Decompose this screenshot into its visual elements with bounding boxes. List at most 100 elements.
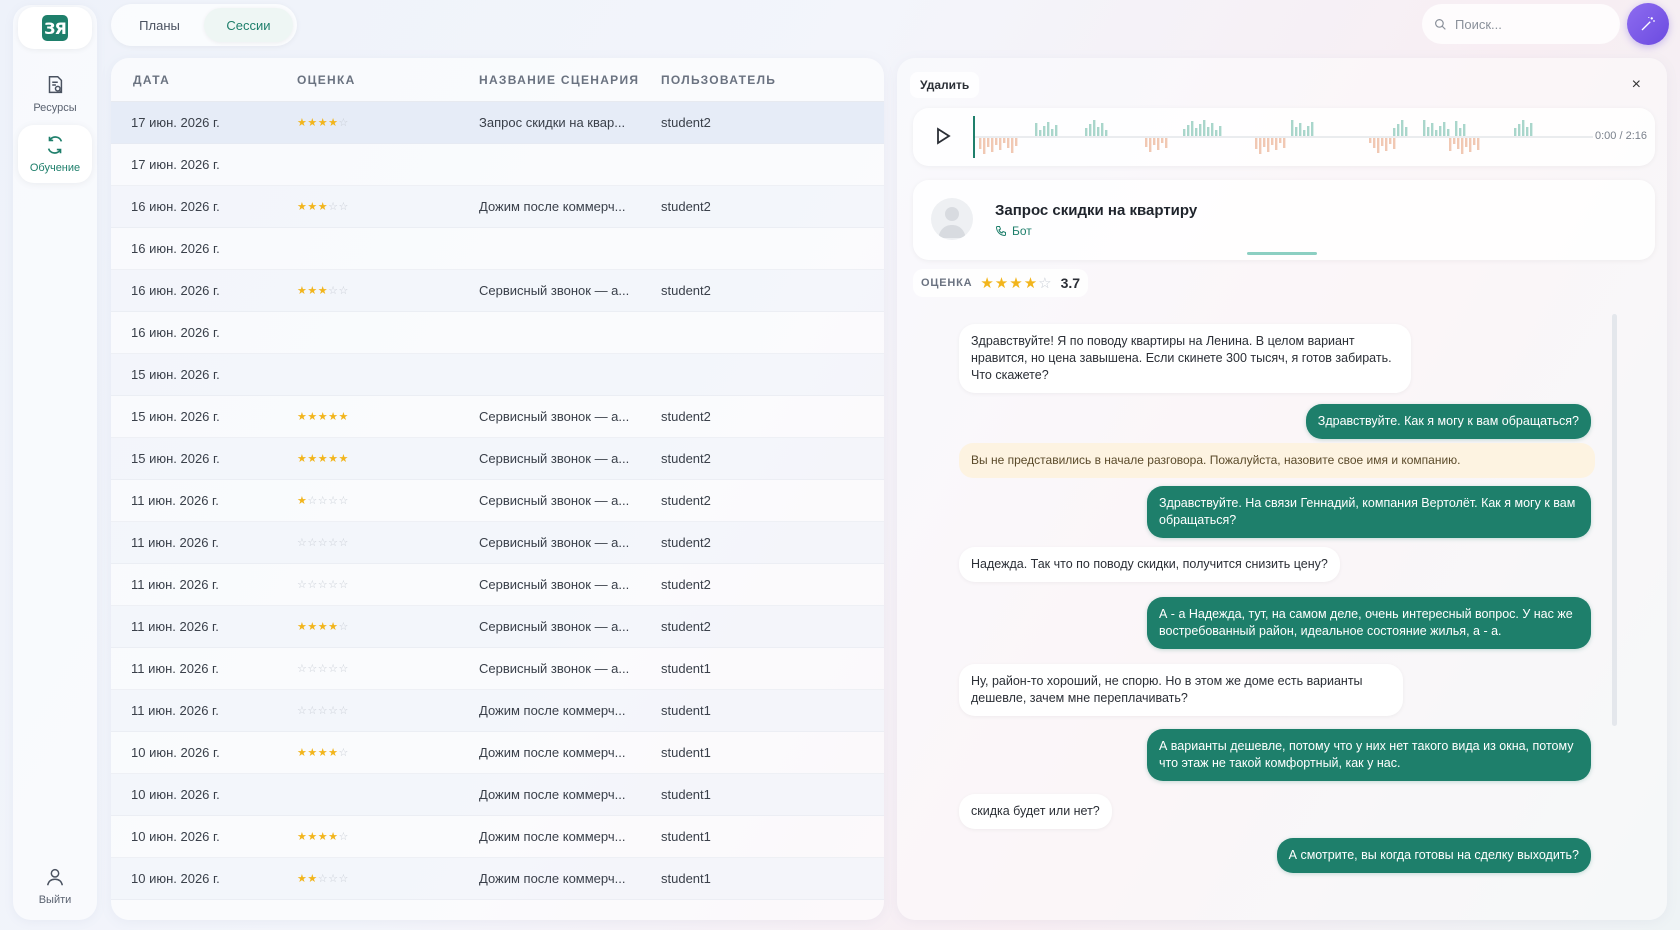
delete-button[interactable]: Удалить xyxy=(910,72,980,98)
cell-user: student2 xyxy=(661,619,711,634)
table-row[interactable]: 11 июн. 2026 г. ★☆☆☆☆ Сервисный звонок — а… xyxy=(111,480,884,522)
table-row[interactable]: 17 июн. 2026 г. ★★★★☆ Запрос скидки на ква… xyxy=(111,102,884,144)
star-filled-icon: ★ xyxy=(297,453,308,465)
tab-plans[interactable]: Планы xyxy=(115,8,204,42)
star-empty-icon: ☆ xyxy=(328,285,339,297)
play-icon[interactable] xyxy=(935,127,951,145)
chat-scrollbar[interactable] xyxy=(1612,314,1617,726)
sidebar-item-label: Обучение xyxy=(29,162,81,174)
cell-date: 15 июн. 2026 г. xyxy=(131,367,220,382)
star-filled-icon: ★ xyxy=(307,285,318,297)
magic-wand-button[interactable] xyxy=(1627,3,1669,45)
user-message: Здравствуйте. Как я могу к вам обращатьс… xyxy=(1305,404,1591,439)
cell-scenario: Дожим после коммерч... xyxy=(479,871,626,886)
logout-label: Выйти xyxy=(38,894,72,906)
logo[interactable]: ЗЯ xyxy=(18,7,92,49)
table-row[interactable]: 10 июн. 2026 г. ★★☆☆☆ Дожим после коммерч.… xyxy=(111,858,884,900)
close-button[interactable]: × xyxy=(1632,76,1641,94)
search-input[interactable] xyxy=(1455,16,1595,32)
table-row[interactable]: 11 июн. 2026 г. ★★★★☆ Сервисный звонок — а… xyxy=(111,606,884,648)
warning-message: Вы не представились в начале разговора. … xyxy=(959,443,1595,478)
star-empty-icon: ☆ xyxy=(307,579,318,591)
table-row[interactable]: 10 июн. 2026 г. Дожим после коммерч... stu… xyxy=(111,774,884,816)
star-filled-icon: ★ xyxy=(297,495,308,507)
table-row[interactable]: 10 июн. 2026 г. ★★★★☆ Дожим после коммерч.… xyxy=(111,816,884,858)
bot-message: Здравствуйте! Я по поводу квартиры на Ле… xyxy=(959,324,1411,393)
cell-date: 11 июн. 2026 г. xyxy=(131,577,219,592)
bot-message: Надежда. Так что по поводу скидки, получ… xyxy=(959,547,1340,582)
waveform[interactable] xyxy=(973,114,1593,160)
cell-rating: ☆☆☆☆☆ xyxy=(293,704,475,717)
star-filled-icon: ★ xyxy=(1009,275,1024,292)
table-row[interactable]: 15 июн. 2026 г. xyxy=(111,354,884,396)
tab-sessions[interactable]: Сессии xyxy=(204,8,293,42)
table-row[interactable]: 10 июн. 2026 г. ★★★★☆ Дожим после коммерч.… xyxy=(111,732,884,774)
star-filled-icon: ★ xyxy=(307,453,318,465)
star-empty-icon: ☆ xyxy=(338,621,349,633)
cell-user: student1 xyxy=(661,829,711,844)
star-filled-icon: ★ xyxy=(317,831,329,843)
star-filled-icon: ★ xyxy=(307,831,318,843)
rating-box: ОЦЕНКА ★★★★☆ 3.7 xyxy=(913,269,1089,297)
cell-user: student2 xyxy=(661,535,711,550)
user-avatar-icon xyxy=(938,207,966,238)
star-empty-icon: ☆ xyxy=(338,537,349,549)
cell-date: 11 июн. 2026 г. xyxy=(131,493,219,508)
header-user[interactable]: ПОЛЬЗОВАТЕЛЬ xyxy=(657,73,857,87)
table-row[interactable]: 11 июн. 2026 г. ☆☆☆☆☆ Сервисный звонок — а… xyxy=(111,522,884,564)
logout-button[interactable]: Выйти xyxy=(18,857,92,915)
table-row[interactable]: 15 июн. 2026 г. ★★★★★ Сервисный звонок — а… xyxy=(111,438,884,480)
table-row[interactable]: 16 июн. 2026 г. xyxy=(111,228,884,270)
table-row[interactable]: 16 июн. 2026 г. ★★★☆☆ Сервисный звонок — а… xyxy=(111,270,884,312)
star-filled-icon: ★ xyxy=(317,453,329,465)
star-empty-icon: ☆ xyxy=(297,537,308,549)
sidebar-item-learning[interactable]: Обучение xyxy=(18,125,92,183)
star-filled-icon: ★ xyxy=(307,621,318,633)
scenario-type-label: Бот xyxy=(1012,224,1032,238)
cell-rating: ☆☆☆☆☆ xyxy=(293,662,475,675)
star-filled-icon: ★ xyxy=(317,411,329,423)
table-row[interactable]: 17 июн. 2026 г. xyxy=(111,144,884,186)
cell-date: 10 июн. 2026 г. xyxy=(131,745,220,760)
star-filled-icon: ★ xyxy=(317,621,329,633)
cell-date: 10 июн. 2026 г. xyxy=(131,829,220,844)
star-filled-icon: ★ xyxy=(297,411,308,423)
bot-message: скидка будет или нет? xyxy=(959,794,1112,829)
cell-rating: ★★★★☆ xyxy=(293,620,475,633)
table-row[interactable]: 15 июн. 2026 г. ★★★★★ Сервисный звонок — а… xyxy=(111,396,884,438)
star-filled-icon: ★ xyxy=(297,831,308,843)
star-filled-icon: ★ xyxy=(307,747,318,759)
star-empty-icon: ☆ xyxy=(317,495,329,507)
table-row[interactable]: 11 июн. 2026 г. ☆☆☆☆☆ Сервисный звонок — а… xyxy=(111,648,884,690)
table-row[interactable]: 11 июн. 2026 г. ☆☆☆☆☆ Сервисный звонок — а… xyxy=(111,564,884,606)
star-empty-icon: ☆ xyxy=(307,705,318,717)
cell-date: 16 июн. 2026 г. xyxy=(131,199,220,214)
star-empty-icon: ☆ xyxy=(297,579,308,591)
cell-user: student2 xyxy=(661,199,711,214)
star-empty-icon: ☆ xyxy=(338,201,349,213)
star-filled-icon: ★ xyxy=(980,275,995,292)
star-empty-icon: ☆ xyxy=(307,663,318,675)
star-filled-icon: ★ xyxy=(328,831,339,843)
star-filled-icon: ★ xyxy=(328,117,339,129)
cell-user: student1 xyxy=(661,871,711,886)
cell-scenario: Сервисный звонок — а... xyxy=(479,451,630,466)
header-name[interactable]: НАЗВАНИЕ СЦЕНАРИЯ xyxy=(475,73,657,87)
cell-date: 10 июн. 2026 г. xyxy=(131,787,220,802)
star-filled-icon: ★ xyxy=(328,747,339,759)
sessions-table: ДАТА ОЦЕНКА НАЗВАНИЕ СЦЕНАРИЯ ПОЛЬЗОВАТЕ… xyxy=(111,58,884,920)
cell-user: student2 xyxy=(661,409,711,424)
cell-scenario: Сервисный звонок — а... xyxy=(479,535,630,550)
header-date[interactable]: ДАТА xyxy=(111,73,293,87)
table-row[interactable]: 16 июн. 2026 г. xyxy=(111,312,884,354)
star-empty-icon: ☆ xyxy=(338,873,349,885)
sidebar-item-resources[interactable]: Ресурсы xyxy=(18,65,92,123)
cell-user: student2 xyxy=(661,115,711,130)
table-row[interactable]: 11 июн. 2026 г. ☆☆☆☆☆ Дожим после коммерч.… xyxy=(111,690,884,732)
cell-scenario: Сервисный звонок — а... xyxy=(479,661,630,676)
star-filled-icon: ★ xyxy=(338,411,349,423)
header-rating[interactable]: ОЦЕНКА xyxy=(293,73,475,87)
cell-user: student2 xyxy=(661,283,711,298)
table-row[interactable]: 16 июн. 2026 г. ★★★☆☆ Дожим после коммерч.… xyxy=(111,186,884,228)
cell-date: 16 июн. 2026 г. xyxy=(131,283,220,298)
